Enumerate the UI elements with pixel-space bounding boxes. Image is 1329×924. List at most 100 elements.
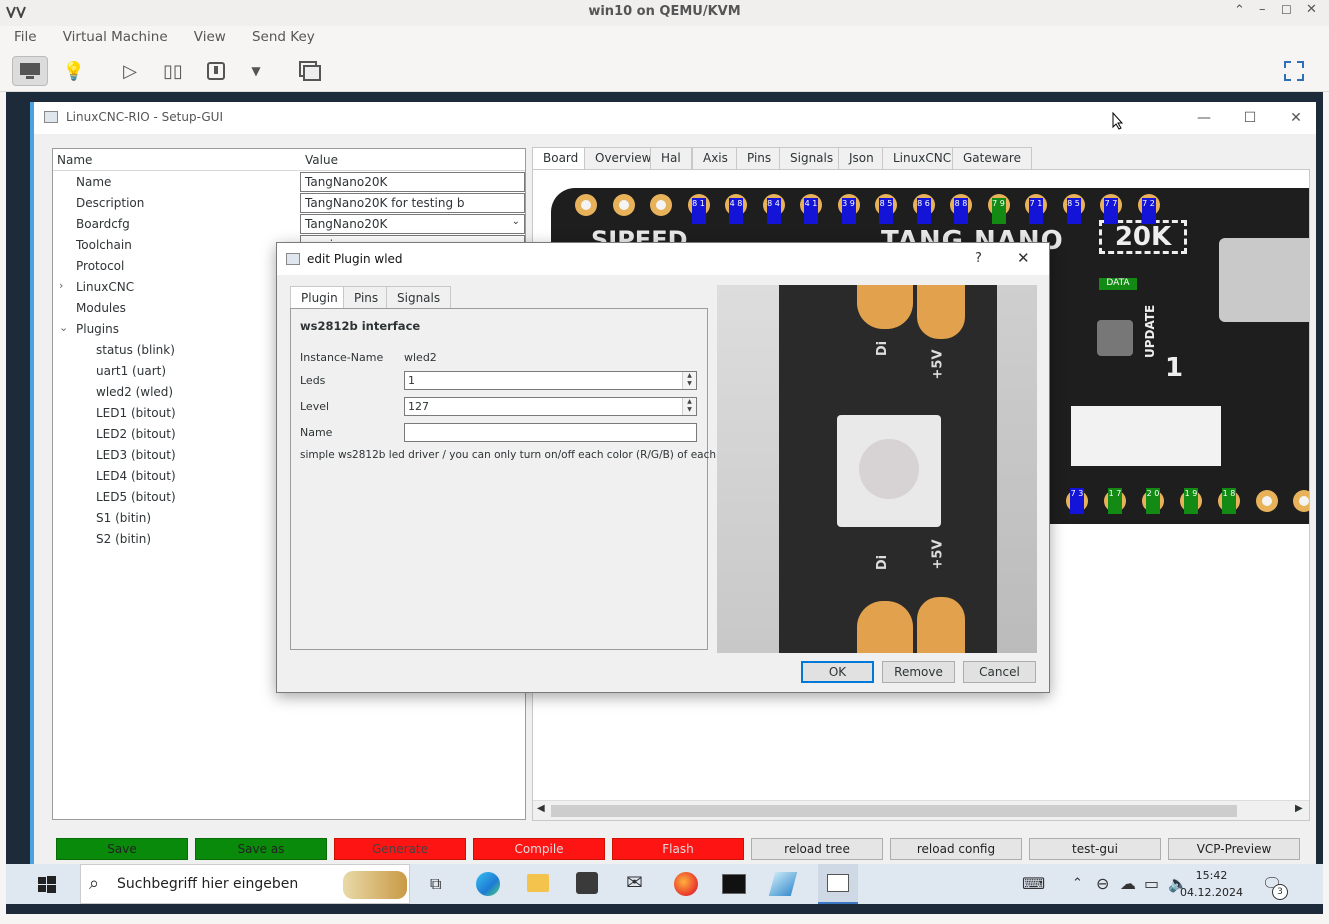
scroll-right-icon[interactable]: ▶	[1295, 803, 1303, 814]
network-icon[interactable]: ▭	[1144, 874, 1159, 893]
pin-label[interactable]: 1 7	[1108, 488, 1122, 514]
level-spinbox[interactable]: 127 ▲ ▼	[404, 397, 697, 416]
setup-gui-taskbar-button[interactable]	[818, 864, 858, 904]
usb-icon[interactable]: ⊖	[1096, 874, 1109, 893]
dialog-close-button[interactable]: ✕	[1017, 249, 1030, 267]
tab-signals[interactable]: Signals	[386, 286, 452, 308]
name-field[interactable]: TangNano20K	[300, 172, 525, 192]
edge-icon[interactable]	[476, 872, 500, 896]
tab-signals[interactable]: Signals	[779, 147, 845, 169]
ok-button[interactable]: OK	[801, 661, 874, 683]
terminal-icon[interactable]	[722, 874, 746, 894]
pin-label[interactable]: 1 9	[1184, 488, 1198, 514]
menu-virtual-machine[interactable]: Virtual Machine	[63, 29, 168, 45]
tree-row-description[interactable]: Description TangNano20K for testing b	[53, 193, 525, 214]
host-maximize-icon[interactable]: ☐	[1281, 3, 1292, 17]
pin-label[interactable]: 1 8	[1222, 488, 1236, 514]
compile-button[interactable]: Compile	[473, 838, 605, 860]
remove-button[interactable]: Remove	[882, 661, 955, 683]
tab-axis[interactable]: Axis	[692, 147, 739, 169]
horizontal-scrollbar[interactable]: ◀ ▶	[533, 800, 1309, 820]
scroll-left-icon[interactable]: ◀	[537, 803, 545, 814]
host-close-icon[interactable]: ✕	[1306, 2, 1317, 17]
pause-button[interactable]: ▯▯	[155, 56, 191, 86]
fullscreen-button[interactable]	[1276, 56, 1312, 86]
file-explorer-icon[interactable]	[527, 874, 549, 892]
tab-json[interactable]: Json	[838, 147, 885, 169]
app-minimize-button[interactable]: —	[1186, 106, 1222, 130]
leds-spinbox[interactable]: 1 ▲ ▼	[404, 371, 697, 390]
pin-label[interactable]: 8 1	[691, 198, 706, 224]
flash-button[interactable]: Flash	[612, 838, 744, 860]
pin-label[interactable]: 7 2	[1141, 198, 1156, 224]
menu-file[interactable]: File	[14, 29, 37, 45]
pin-label[interactable]: 7 3	[1070, 488, 1084, 514]
keyboard-icon[interactable]: ⌨	[1022, 874, 1045, 893]
console-view-button[interactable]	[12, 56, 48, 86]
onedrive-icon[interactable]: ☁	[1120, 874, 1136, 893]
boardcfg-select[interactable]: TangNano20K ⌄	[300, 214, 525, 234]
photo-label-di: Di	[875, 340, 891, 357]
run-button[interactable]: ▷	[112, 56, 148, 86]
name-input[interactable]	[404, 423, 697, 442]
notepad-icon[interactable]	[768, 872, 798, 896]
taskbar-search-box[interactable]: ⌕ Suchbegriff hier eingeben	[80, 864, 410, 904]
pin-label[interactable]: 3 9	[841, 198, 856, 224]
tab-pins[interactable]: Pins	[343, 286, 390, 308]
host-minimize-icon[interactable]: –	[1259, 2, 1266, 17]
clock[interactable]: 15:42 04.12.2024	[1180, 867, 1243, 901]
windows-start-icon[interactable]	[38, 876, 56, 894]
tab-board[interactable]: Board	[532, 147, 590, 169]
menu-send-key[interactable]: Send Key	[252, 29, 315, 45]
tab-hal[interactable]: Hal	[650, 147, 692, 169]
pin-label[interactable]: 8 5	[1066, 198, 1081, 224]
save-as-button[interactable]: Save as	[195, 838, 327, 860]
firefox-icon[interactable]	[674, 872, 698, 896]
store-icon[interactable]	[576, 872, 598, 894]
app-close-button[interactable]: ✕	[1278, 106, 1314, 130]
tree-row-boardcfg[interactable]: Boardcfg TangNano20K ⌄	[53, 214, 525, 235]
shutdown-button[interactable]	[198, 56, 234, 86]
pin-label[interactable]: 8 8	[954, 198, 968, 224]
test-gui-button[interactable]: test-gui	[1029, 838, 1161, 860]
guest-display[interactable]: LinuxCNC-RIO - Setup-GUI — ☐ ✕ Name Valu…	[6, 92, 1323, 914]
shutdown-menu-button[interactable]: ▼	[238, 56, 274, 86]
pin-label[interactable]: 8 4	[766, 198, 781, 224]
host-chevron-up-icon[interactable]: ⌃	[1234, 3, 1245, 18]
description-field[interactable]: TangNano20K for testing b	[300, 193, 525, 213]
pin-pad	[612, 194, 635, 216]
details-view-button[interactable]: 💡	[56, 56, 92, 86]
chevron-down-icon[interactable]: ⌄	[59, 321, 68, 334]
pin-label[interactable]: 2 0	[1146, 488, 1160, 514]
host-window-title: win10 on QEMU/KVM	[588, 4, 741, 19]
cancel-button[interactable]: Cancel	[963, 661, 1036, 683]
pin-label[interactable]: 4 8	[729, 198, 743, 224]
reload-tree-button[interactable]: reload tree	[751, 838, 883, 860]
save-button[interactable]: Save	[56, 838, 188, 860]
pin-label[interactable]: 7 1	[1029, 198, 1043, 224]
tab-plugin[interactable]: Plugin	[290, 286, 349, 308]
vcp-preview-button[interactable]: VCP-Preview	[1168, 838, 1300, 860]
tab-pins[interactable]: Pins	[736, 147, 783, 169]
app-maximize-button[interactable]: ☐	[1232, 106, 1268, 130]
spin-arrows-icon[interactable]: ▲ ▼	[682, 398, 696, 415]
task-view-icon[interactable]: ⧉	[430, 874, 441, 894]
scrollbar-thumb[interactable]	[551, 805, 1237, 817]
help-button[interactable]: ?	[975, 251, 982, 266]
tab-linuxcnc[interactable]: LinuxCNC	[882, 147, 963, 169]
pin-label[interactable]: 8 6	[916, 198, 931, 224]
tree-row-name[interactable]: Name TangNano20K	[53, 172, 525, 193]
tab-gateware[interactable]: Gateware	[952, 147, 1032, 169]
snapshot-button[interactable]	[292, 56, 328, 86]
chevron-up-icon[interactable]: ⌃	[1072, 876, 1083, 891]
chevron-right-icon[interactable]: ›	[59, 279, 63, 292]
spin-arrows-icon[interactable]: ▲ ▼	[682, 372, 696, 389]
pin-label[interactable]: 8 5	[879, 198, 893, 224]
menu-view[interactable]: View	[194, 29, 226, 45]
pin-label[interactable]: 4 1	[804, 198, 818, 224]
generate-button[interactable]: Generate	[334, 838, 466, 860]
pin-label[interactable]: 7 7	[1104, 198, 1118, 224]
mail-icon[interactable]: ✉	[626, 870, 643, 894]
pin-label[interactable]: 7 9	[991, 198, 1006, 224]
reload-config-button[interactable]: reload config	[890, 838, 1022, 860]
